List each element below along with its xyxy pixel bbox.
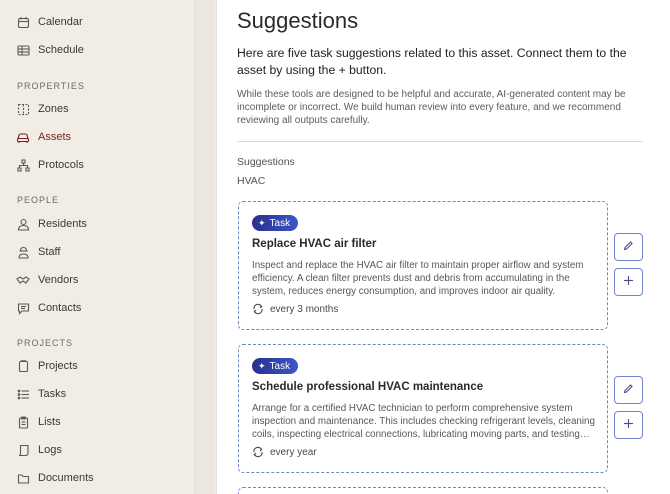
sidebar-item-contacts[interactable]: Contacts (16, 297, 81, 319)
card-description: Arrange for a certified HVAC technician … (252, 403, 595, 440)
card-title: Replace HVAC air filter (252, 238, 377, 250)
sidebar-item-label: Assets (38, 131, 72, 143)
repeat-icon (252, 303, 264, 315)
card-title: Schedule professional HVAC maintenance (252, 381, 484, 393)
sidebar-item-logs[interactable]: Logs (16, 439, 62, 461)
badge-label: Task (269, 360, 291, 372)
ai-disclaimer: While these tools are designed to be hel… (237, 89, 626, 126)
sidebar-item-assets[interactable]: Assets (16, 126, 71, 148)
frequency-label: every year (270, 446, 317, 458)
lead-text: Here are five task suggestions related t… (237, 46, 627, 77)
sidebar-item-protocols[interactable]: Protocols (16, 154, 84, 176)
sidebar-item-calendar[interactable]: Calendar (16, 11, 83, 33)
category-label: HVAC (237, 175, 266, 187)
zones-icon (16, 102, 30, 116)
plus-icon (623, 416, 634, 434)
plus-icon (623, 273, 634, 291)
repeat-icon (252, 446, 264, 458)
task-badge: ✦ Task (252, 215, 299, 231)
sidebar-item-label: Lists (38, 416, 61, 428)
suggestion-card (238, 487, 608, 494)
calendar-icon (16, 15, 30, 29)
projects-icon (16, 359, 30, 373)
edit-button[interactable] (614, 233, 643, 261)
sidebar-item-label: Zones (38, 103, 69, 115)
residents-icon (16, 217, 30, 231)
add-task-button[interactable] (614, 411, 643, 439)
sidebar-item-tasks[interactable]: Tasks (16, 383, 66, 405)
sidebar-item-label: Residents (38, 218, 87, 230)
edit-button[interactable] (614, 376, 643, 404)
staff-icon (16, 245, 30, 259)
section-heading-people: PEOPLE (17, 195, 60, 205)
sparkle-icon: ✦ (258, 360, 266, 371)
documents-icon (16, 471, 30, 485)
card-frequency: every 3 months (252, 303, 338, 315)
sidebar-item-label: Protocols (38, 159, 84, 171)
schedule-icon (16, 43, 30, 57)
divider (237, 141, 643, 142)
lists-icon (16, 415, 30, 429)
card-frequency: every year (252, 446, 317, 458)
sidebar-item-staff[interactable]: Staff (16, 241, 60, 263)
sidebar-item-label: Logs (38, 444, 62, 456)
task-badge: ✦ Task (252, 358, 299, 374)
sidebar-item-label: Tasks (38, 388, 67, 400)
section-heading-properties: PROPERTIES (17, 81, 85, 91)
sidebar-item-projects[interactable]: Projects (16, 355, 78, 377)
add-task-button[interactable] (614, 268, 643, 296)
pencil-icon (623, 381, 634, 399)
sidebar-item-label: Documents (38, 472, 94, 484)
sidebar-item-label: Schedule (38, 44, 84, 56)
sidebar: Calendar Schedule PROPERTIES Zones Asset… (0, 0, 194, 494)
sidebar-item-lists[interactable]: Lists (16, 411, 61, 433)
logs-icon (16, 443, 30, 457)
sidebar-item-zones[interactable]: Zones (16, 98, 69, 120)
suggestions-heading: Suggestions (237, 156, 295, 168)
sidebar-divider (194, 0, 215, 494)
card-description: Inspect and replace the HVAC air filter … (252, 260, 584, 297)
pencil-icon (623, 238, 634, 256)
sidebar-item-label: Contacts (38, 302, 82, 314)
frequency-label: every 3 months (270, 303, 339, 315)
page-title: Suggestions (237, 8, 359, 33)
sidebar-item-label: Vendors (38, 274, 79, 286)
sidebar-item-vendors[interactable]: Vendors (16, 269, 78, 291)
sidebar-item-documents[interactable]: Documents (16, 467, 94, 489)
sidebar-item-label: Projects (38, 360, 78, 372)
contacts-icon (16, 301, 30, 315)
sidebar-item-label: Staff (38, 246, 61, 258)
suggestions-panel: Suggestions Here are five task suggestio… (216, 0, 670, 494)
sidebar-item-label: Calendar (38, 16, 83, 28)
suggestion-card: ✦ Task Schedule professional HVAC mainte… (238, 344, 608, 473)
protocols-icon (16, 158, 30, 172)
vendors-icon (16, 273, 30, 287)
assets-icon (16, 130, 30, 144)
suggestion-card: ✦ Task Replace HVAC air filter Inspect a… (238, 201, 608, 330)
section-heading-projects: PROJECTS (17, 338, 74, 348)
sidebar-item-residents[interactable]: Residents (16, 213, 87, 235)
sparkle-icon: ✦ (258, 217, 266, 228)
badge-label: Task (269, 217, 291, 229)
tasks-icon (16, 387, 30, 401)
sidebar-item-schedule[interactable]: Schedule (16, 39, 84, 61)
